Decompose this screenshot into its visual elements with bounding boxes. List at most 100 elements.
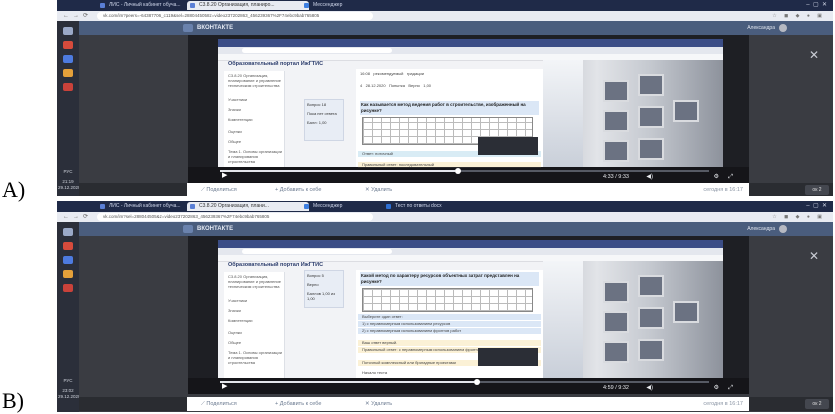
building-window bbox=[638, 74, 664, 96]
browser-tab-active[interactable]: С3.8.20 Организация, плани... bbox=[187, 202, 309, 211]
app-icon[interactable] bbox=[63, 69, 73, 77]
vk-user-name[interactable]: Александра bbox=[747, 23, 775, 33]
sky bbox=[543, 261, 583, 378]
url-field[interactable]: vk.com/im?sel=288044505&z=video237202863… bbox=[97, 213, 373, 221]
forward-icon[interactable]: → bbox=[73, 212, 79, 222]
post-date: сегодня в 16:17 bbox=[703, 187, 743, 193]
sidebar-item: Значки bbox=[228, 107, 241, 112]
add-to-self-button[interactable]: + Добавить к себе bbox=[275, 185, 321, 195]
store-icon[interactable] bbox=[63, 55, 73, 63]
vk-title: ВКОНТАКТЕ bbox=[197, 226, 234, 232]
explorer-icon[interactable] bbox=[63, 27, 73, 35]
chrome-icon[interactable] bbox=[63, 41, 73, 49]
avatar[interactable] bbox=[779, 24, 787, 32]
recorded-addressbar bbox=[218, 248, 723, 255]
avatar[interactable] bbox=[779, 225, 787, 233]
toolbar-extension-icons[interactable]: ☆ ◼ ◆ ● ▣ bbox=[772, 11, 825, 21]
play-icon[interactable]: ▶ bbox=[222, 383, 227, 391]
share-button[interactable]: ⟋ Поделиться bbox=[201, 185, 237, 195]
browser-tab[interactable]: ЛИС - Личный кабинет обуча... bbox=[97, 1, 195, 10]
option-1[interactable]: 1) с неравномерным использованием ресурс… bbox=[358, 321, 541, 327]
tab-favicon-icon bbox=[190, 204, 195, 209]
corner-button[interactable]: ок 2 bbox=[805, 185, 829, 195]
settings-icon[interactable]: ⚙ bbox=[714, 384, 719, 392]
acrobat-icon[interactable] bbox=[63, 83, 73, 91]
video-player[interactable]: Образовательный портал ИжГТИС С3.8.20 Ор… bbox=[188, 35, 749, 183]
vk-logo-icon[interactable] bbox=[183, 225, 193, 233]
sidebar-item: Оценки bbox=[228, 129, 242, 134]
progress-bar[interactable] bbox=[220, 168, 709, 174]
vk-header: ВКОНТАКТЕ Александра bbox=[79, 21, 833, 35]
chrome-icon[interactable] bbox=[63, 242, 73, 250]
browser-tab[interactable]: Мессенджер bbox=[301, 202, 393, 211]
vk-logo-icon[interactable] bbox=[183, 24, 193, 32]
browser-tab-active[interactable]: С3.8.20 Организация, планиро... bbox=[187, 1, 309, 10]
play-icon[interactable]: ▶ bbox=[222, 172, 227, 180]
cell: 28.12.2020 bbox=[365, 83, 386, 88]
tab-label: ЛИС - Личный кабинет обуча... bbox=[109, 203, 181, 209]
option-2[interactable]: 2) с неравномерным использованием фронто… bbox=[358, 328, 541, 334]
sidebar-item: Участники bbox=[228, 97, 248, 102]
sidebar-item: С3.8.20 Организация, планирование и упра… bbox=[228, 73, 281, 88]
explorer-icon[interactable] bbox=[63, 228, 73, 236]
reload-icon[interactable]: ⟳ bbox=[83, 11, 88, 21]
question-info-card: Вопрос 5 Верно Баллов 1,00 из 1,00 bbox=[304, 270, 344, 308]
acrobat-icon[interactable] bbox=[63, 284, 73, 292]
portal-title: Образовательный портал ИжГТИС bbox=[228, 262, 324, 268]
window-controls[interactable]: – ▢ ✕ bbox=[806, 0, 827, 11]
cell: 4 bbox=[360, 83, 363, 88]
store-icon[interactable] bbox=[63, 256, 73, 264]
scrub-handle[interactable] bbox=[454, 168, 461, 174]
sidebar-item: Значки bbox=[228, 308, 241, 313]
share-button[interactable]: ⟋ Поделиться bbox=[201, 399, 237, 409]
app-icon[interactable] bbox=[63, 270, 73, 278]
panel-label-a: A) bbox=[2, 177, 26, 202]
browser-tab[interactable]: Мессенджер bbox=[301, 1, 393, 10]
toolbar-extension-icons[interactable]: ☆ ◼ ◆ ● ▣ bbox=[772, 212, 825, 222]
delete-label: Удалить bbox=[371, 401, 393, 407]
question-info-card: Вопрос 18 Пока нет ответа Балл: 1,00 bbox=[304, 99, 344, 141]
corner-button[interactable]: ок 2 bbox=[805, 399, 829, 409]
add-to-self-button[interactable]: + Добавить к себе bbox=[275, 399, 321, 409]
volume-icon[interactable]: ◀) bbox=[646, 384, 653, 392]
settings-icon[interactable]: ⚙ bbox=[714, 173, 719, 181]
reload-icon[interactable]: ⟳ bbox=[83, 212, 88, 222]
browser-tab[interactable]: ЛИС - Личный кабинет обуча... bbox=[97, 202, 195, 211]
browser-tabbar: ЛИС - Личный кабинет обуча... С3.8.20 Ор… bbox=[57, 201, 833, 212]
tab-favicon-icon bbox=[100, 3, 105, 8]
window-controls[interactable]: – ▢ ✕ bbox=[806, 201, 827, 212]
webcam-overlay bbox=[478, 137, 538, 155]
volume-icon[interactable]: ◀) bbox=[646, 173, 653, 181]
recorded-tabbar bbox=[218, 39, 723, 47]
address-bar: ← → ⟳ vk.com/im?peers=-64387706_c119&sel… bbox=[57, 11, 833, 21]
browser-tab[interactable]: Тест по ответы docx bbox=[383, 202, 481, 211]
building-window bbox=[603, 110, 629, 132]
url-field[interactable]: vk.com/im?peers=-64387706_c119&sel=28804… bbox=[97, 12, 373, 20]
forward-icon[interactable]: → bbox=[73, 11, 79, 21]
tab-favicon-icon bbox=[100, 204, 105, 209]
video-player[interactable]: Образовательный портал ИжГТИС С3.8.20 Ор… bbox=[188, 236, 749, 394]
player-controls: ▶ 4:33 / 9:33 ◀) ⚙ ⤢ bbox=[188, 167, 749, 183]
delete-button[interactable]: ✕ Удалить bbox=[365, 185, 392, 195]
fullscreen-icon[interactable]: ⤢ bbox=[728, 173, 733, 181]
recorded-addressbar bbox=[218, 47, 723, 54]
fullscreen-icon[interactable]: ⤢ bbox=[728, 384, 733, 392]
tab-favicon-icon bbox=[190, 3, 195, 8]
sidebar-item: С3.8.20 Организация, планирование и упра… bbox=[228, 274, 281, 289]
back-icon[interactable]: ← bbox=[63, 11, 69, 21]
sidebar-item: Общее bbox=[228, 340, 242, 345]
back-icon[interactable]: ← bbox=[63, 212, 69, 222]
progress-bar[interactable] bbox=[220, 379, 709, 385]
vk-user-name[interactable]: Александра bbox=[747, 224, 775, 234]
scrub-handle[interactable] bbox=[474, 379, 481, 385]
close-icon[interactable]: ✕ bbox=[809, 48, 819, 62]
language-indicator[interactable]: РУС bbox=[58, 378, 78, 383]
quiz-start-link[interactable]: Начало теста bbox=[358, 370, 541, 376]
cell: Попытка bbox=[388, 83, 405, 88]
tab-label: С3.8.20 Организация, плани... bbox=[199, 203, 269, 209]
delete-button[interactable]: ✕ Удалить bbox=[365, 399, 392, 409]
language-indicator[interactable]: РУС bbox=[58, 169, 78, 174]
close-icon[interactable]: ✕ bbox=[809, 249, 819, 263]
webcam-overlay bbox=[478, 348, 538, 366]
attempt-row: 4 28.12.2020 Попытка Верно 1,00 bbox=[360, 83, 539, 88]
